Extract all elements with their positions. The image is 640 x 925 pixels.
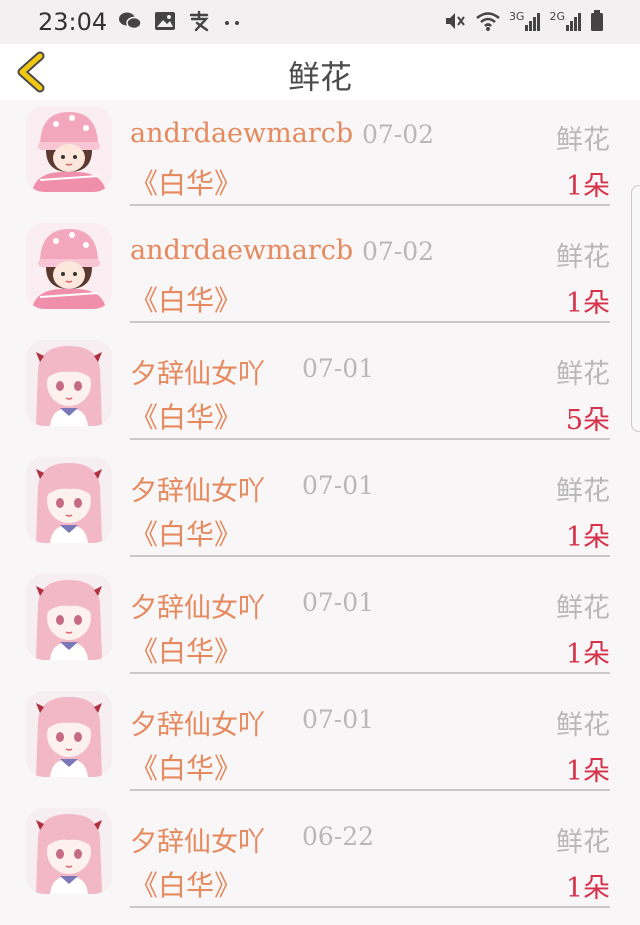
username[interactable]: 夕辞仙女吖 <box>130 469 265 508</box>
book-title[interactable]: 《白华》 <box>130 513 242 553</box>
username[interactable]: 夕辞仙女吖 <box>130 703 265 742</box>
divider <box>130 555 610 557</box>
gift-count: 1朵 <box>565 522 610 553</box>
username[interactable]: andrdaewmarcb <box>130 118 353 149</box>
date-label: 07-01 <box>302 705 375 734</box>
gift-count: 1朵 <box>565 873 610 904</box>
list-item[interactable]: 夕辞仙女吖 07-01 《白华》 鲜花 5朵 <box>0 334 640 451</box>
status-bar: 23:04 3G 2G <box>0 0 640 44</box>
book-title[interactable]: 《白华》 <box>130 630 242 670</box>
gift-count: 1朵 <box>565 756 610 787</box>
book-title[interactable]: 《白华》 <box>130 864 242 904</box>
list-item[interactable]: 夕辞仙女吖 07-01 《白华》 鲜花 1朵 <box>0 685 640 802</box>
list-item[interactable]: 夕辞仙女吖 06-22 《白华》 鲜花 1朵 <box>0 802 640 919</box>
gift-count: 5朵 <box>565 405 610 436</box>
avatar-anime-girl-pink-hair[interactable] <box>26 808 112 894</box>
gift-count: 1朵 <box>565 639 610 670</box>
network-2g-label: 2G <box>549 10 565 23</box>
scrollbar[interactable] <box>631 185 640 432</box>
alipay-icon <box>189 10 209 32</box>
gift-type-label: 鲜花 <box>556 242 610 273</box>
date-label: 07-02 <box>362 120 435 149</box>
book-title[interactable]: 《白华》 <box>130 747 242 787</box>
date-label: 07-02 <box>362 237 435 266</box>
gift-type-label: 鲜花 <box>556 827 610 858</box>
divider <box>130 789 610 791</box>
gift-count: 1朵 <box>565 171 610 202</box>
network-3g-label: 3G <box>508 10 525 23</box>
wifi-icon <box>476 12 500 31</box>
gift-type-label: 鲜花 <box>556 476 610 507</box>
status-right-icons: 3G 2G <box>443 10 604 32</box>
list-item[interactable]: 夕辞仙女吖 07-01 《白华》 鲜花 1朵 <box>0 451 640 568</box>
divider <box>130 906 610 908</box>
divider <box>130 672 610 674</box>
avatar-anime-girl-pink-hair[interactable] <box>26 691 112 777</box>
wechat-icon <box>119 12 142 30</box>
divider <box>130 438 610 440</box>
username[interactable]: andrdaewmarcb <box>130 235 353 266</box>
signal-3g-icon: 3G <box>509 11 542 31</box>
gift-type-label: 鲜花 <box>556 593 610 624</box>
divider <box>130 321 610 323</box>
avatar-anime-girl-pink-hair[interactable] <box>26 574 112 660</box>
status-left-icons <box>118 10 242 32</box>
username[interactable]: 夕辞仙女吖 <box>130 352 265 391</box>
date-label: 07-01 <box>302 471 375 500</box>
navigation-bar: 鲜花 <box>0 44 640 100</box>
status-time: 23:04 <box>38 8 108 36</box>
date-label: 06-22 <box>302 822 375 851</box>
divider <box>130 204 610 206</box>
gift-type-label: 鲜花 <box>556 125 610 156</box>
avatar-girl-pink-hat[interactable] <box>26 223 112 309</box>
username[interactable]: 夕辞仙女吖 <box>130 586 265 625</box>
avatar-anime-girl-pink-hair[interactable] <box>26 457 112 543</box>
book-title[interactable]: 《白华》 <box>130 396 242 436</box>
gift-type-label: 鲜花 <box>556 359 610 390</box>
more-dots-icon <box>225 21 239 25</box>
signal-2g-icon: 2G <box>549 11 582 31</box>
list-item[interactable]: andrdaewmarcb 07-02 《白华》 鲜花 1朵 <box>0 217 640 334</box>
avatar-girl-pink-hat[interactable] <box>26 106 112 192</box>
book-title[interactable]: 《白华》 <box>130 162 242 202</box>
mute-icon <box>445 13 465 29</box>
gift-count: 1朵 <box>565 288 610 319</box>
page-title: 鲜花 <box>287 58 352 96</box>
image-icon <box>155 12 175 30</box>
username[interactable]: 夕辞仙女吖 <box>130 820 265 859</box>
date-label: 07-01 <box>302 354 375 383</box>
list-item[interactable]: andrdaewmarcb 07-02 《白华》 鲜花 1朵 <box>0 100 640 217</box>
book-title[interactable]: 《白华》 <box>130 279 242 319</box>
date-label: 07-01 <box>302 588 375 617</box>
avatar-anime-girl-pink-hair[interactable] <box>26 340 112 426</box>
gift-type-label: 鲜花 <box>556 710 610 741</box>
battery-icon <box>591 10 603 31</box>
list-item[interactable]: 夕辞仙女吖 07-01 《白华》 鲜花 1朵 <box>0 568 640 685</box>
